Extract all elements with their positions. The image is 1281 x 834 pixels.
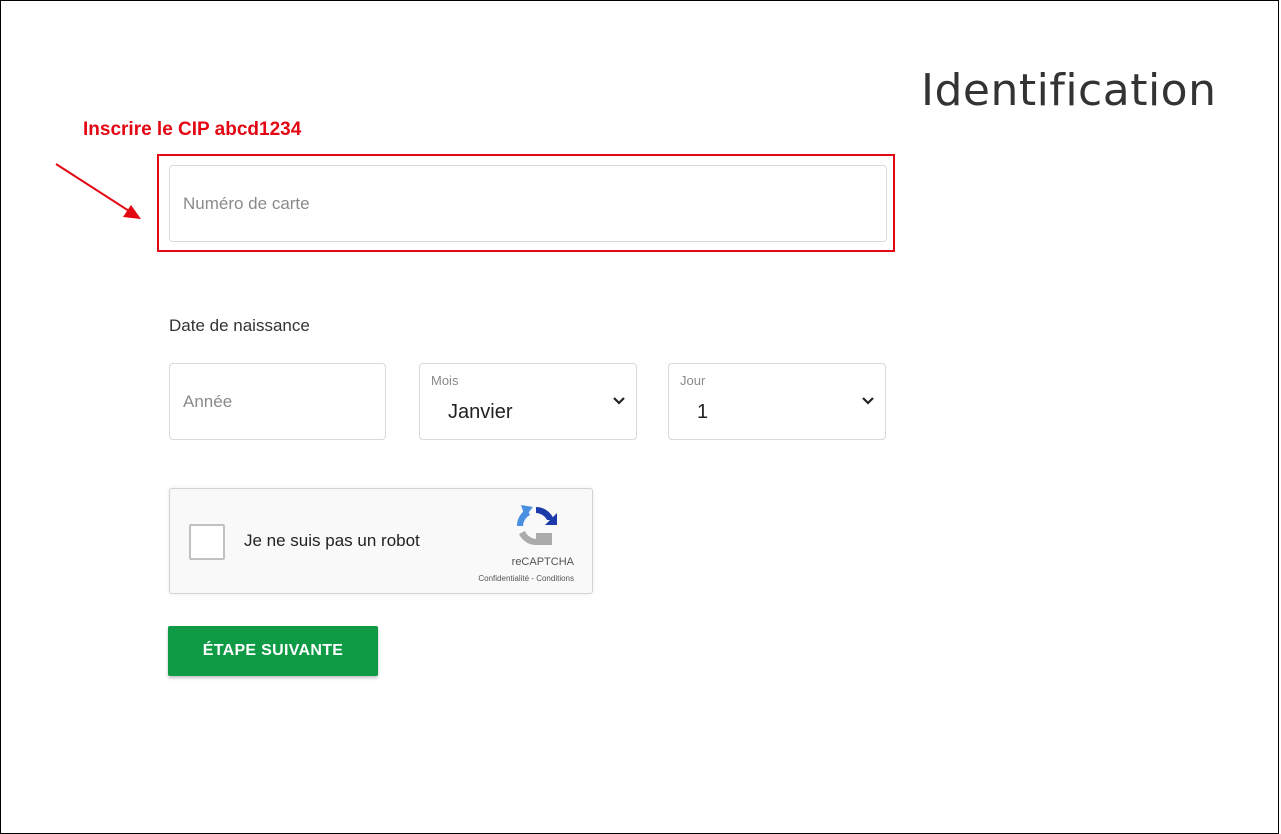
instruction-annotation: Inscrire le CIP abcd1234 [83,119,302,140]
next-step-button[interactable]: ÉTAPE SUIVANTE [168,626,378,676]
day-select-value: 1 [697,401,709,423]
arrow-annotation-icon [55,163,141,219]
chevron-down-icon [862,397,874,405]
terms-link[interactable]: Conditions [536,574,574,583]
month-select-value: Janvier [448,401,513,423]
recaptcha-brand: reCAPTCHA [511,556,574,568]
year-input[interactable] [169,363,386,440]
recaptcha-logo-icon [516,505,557,545]
chevron-down-icon [613,397,625,405]
privacy-link[interactable]: Confidentialité [478,574,529,583]
day-select-label: Jour [680,373,706,388]
month-select-label: Mois [431,373,459,388]
page-title: Identification [921,65,1217,116]
recaptcha-checkbox[interactable] [189,524,225,560]
month-select[interactable]: Mois Janvier [419,363,637,440]
recaptcha-widget: Je ne suis pas un robot reCAPTCHA Confid… [169,488,593,594]
birth-date-label: Date de naissance [169,316,310,335]
page-frame: Identification Inscrire le CIP abcd1234 … [0,0,1279,834]
recaptcha-links: Confidentialité - Conditions [478,574,574,583]
card-number-input[interactable] [169,165,887,242]
recaptcha-label: Je ne suis pas un robot [244,531,420,550]
day-select[interactable]: Jour 1 [668,363,886,440]
